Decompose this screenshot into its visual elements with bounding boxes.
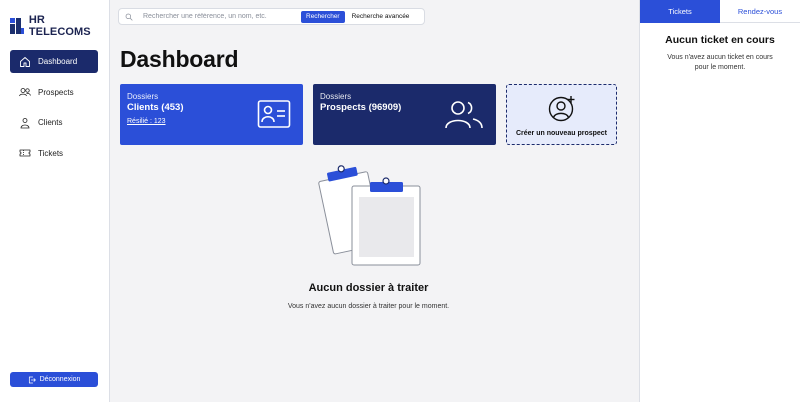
sidebar-item-label: Prospects [38, 87, 74, 97]
clients-card[interactable]: Dossiers Clients (453) Résilié : 123 [120, 84, 303, 145]
sidebar-item-label: Dashboard [38, 57, 78, 66]
brand-name: HR TELECOMS [28, 14, 91, 38]
sidebar-item-tickets[interactable]: Tickets [10, 142, 98, 165]
sidebar-item-prospects[interactable]: Prospects [10, 81, 98, 104]
sidebar-nav: Dashboard Prospects Clients Tickets [10, 50, 98, 172]
create-prospect-card[interactable]: Créer un nouveau prospect [506, 84, 617, 145]
page-title: Dashboard [120, 46, 239, 72]
users-icon [19, 88, 31, 97]
logo-icon [10, 18, 24, 34]
add-user-icon [548, 96, 575, 122]
logout-icon [28, 376, 36, 383]
search-icon [125, 13, 133, 21]
empty-clipboards-illustration [318, 165, 421, 266]
brand-logo[interactable]: HR TELECOMS [10, 14, 109, 38]
user-icon [20, 117, 30, 128]
empty-state-title: Aucun dossier à traiter [308, 282, 429, 294]
right-panel-description: Vous n'avez aucun ticket en cours pour l… [667, 54, 773, 71]
search-bar: Rechercher Recherche avancée [118, 8, 425, 25]
right-panel-tabs: Tickets Rendez-vous [640, 0, 800, 23]
sidebar-item-label: Tickets [38, 148, 64, 158]
users-icon [445, 101, 483, 129]
advanced-search-link[interactable]: Recherche avancée [352, 13, 410, 20]
terminated-clients-link[interactable]: Résilié : 123 [127, 118, 166, 125]
prospects-card-label: Dossiers [320, 92, 352, 101]
clients-card-title: Clients (453) [127, 102, 184, 113]
sidebar-item-label: Clients [38, 118, 63, 127]
create-prospect-label: Créer un nouveau prospect [515, 130, 608, 137]
ticket-icon [19, 149, 31, 157]
id-card-icon [257, 100, 291, 128]
tab-appointments[interactable]: Rendez-vous [720, 0, 800, 23]
empty-state-description: Vous n'avez aucun dossier à traiter pour… [287, 303, 450, 310]
prospects-card[interactable]: Dossiers Prospects (96909) [313, 84, 496, 145]
sidebar: HR TELECOMS Dashboard Prospects Clients … [0, 0, 110, 402]
search-input[interactable] [143, 13, 299, 20]
clients-card-label: Dossiers [127, 92, 159, 101]
right-panel-title: Aucun ticket en cours [665, 34, 775, 46]
sidebar-item-dashboard[interactable]: Dashboard [10, 50, 98, 73]
logout-button[interactable]: Déconnexion [10, 372, 98, 387]
sidebar-item-clients[interactable]: Clients [10, 111, 98, 134]
search-button[interactable]: Rechercher [301, 10, 345, 23]
tab-tickets[interactable]: Tickets [640, 0, 720, 23]
right-panel: Tickets Rendez-vous Aucun ticket en cour… [639, 0, 800, 402]
logout-label: Déconnexion [39, 376, 81, 383]
prospects-card-title: Prospects (96909) [320, 102, 402, 113]
home-icon [20, 56, 30, 67]
